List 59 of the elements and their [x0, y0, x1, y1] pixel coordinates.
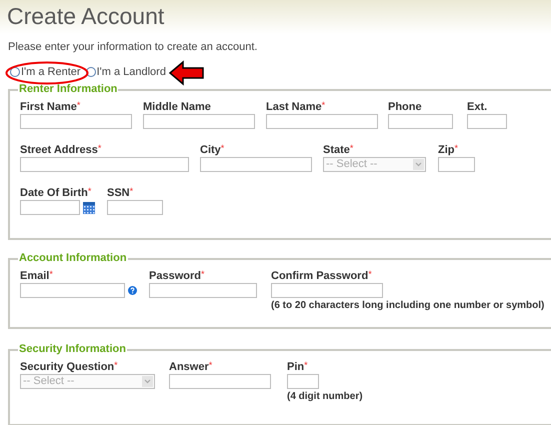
input-field[interactable] [266, 114, 378, 129]
input-field[interactable] [200, 157, 312, 172]
input-field[interactable] [287, 374, 319, 389]
field-label: Confirm Password [271, 269, 368, 283]
field-label: Last Name [266, 100, 322, 114]
required-asterisk: * [98, 143, 102, 153]
radio-option[interactable]: I'm a Landlord [86, 64, 166, 80]
field-label: Email [20, 269, 50, 283]
page-title: Create Account [7, 2, 166, 30]
section-legend: Security Information [18, 343, 127, 356]
required-asterisk: * [114, 360, 118, 370]
required-asterisk: * [220, 143, 224, 153]
field-label: Date Of Birth [20, 186, 88, 200]
input-field[interactable] [388, 114, 453, 129]
input-field[interactable] [149, 283, 257, 298]
field-label: Pin [287, 360, 304, 374]
input-field[interactable] [467, 114, 507, 129]
chevron-down-icon [413, 159, 424, 170]
required-asterisk: * [76, 100, 80, 110]
required-asterisk: * [350, 143, 354, 153]
field-hint: (6 to 20 characters long including one number or symbol) [271, 299, 546, 312]
required-asterisk: * [208, 360, 212, 370]
field-label: Middle Name [143, 100, 211, 114]
intro-text: Please enter your information to create an account. [7, 40, 258, 54]
field-label: First Name [20, 100, 77, 114]
required-asterisk: * [368, 269, 372, 279]
arrow-icon [168, 60, 205, 86]
field-label: State [323, 143, 350, 157]
section-legend: Account Information [18, 252, 128, 265]
required-asterisk: * [200, 269, 204, 279]
field-label: Answer [169, 360, 209, 374]
field-label: Zip [438, 143, 454, 157]
input-field[interactable] [20, 157, 189, 172]
help-icon[interactable] [128, 286, 137, 295]
field-hint: (4 digit number) [287, 390, 364, 403]
input-field[interactable] [169, 374, 271, 389]
input-field[interactable] [107, 200, 163, 215]
field-label: Ext. [467, 100, 488, 114]
input-field[interactable] [143, 114, 255, 129]
required-asterisk: * [304, 360, 308, 370]
input-field[interactable] [438, 157, 475, 172]
input-field[interactable] [20, 114, 132, 129]
field-label: SSN [107, 186, 130, 200]
required-asterisk: * [88, 186, 92, 196]
field-label: Street Address [20, 143, 98, 157]
required-asterisk: * [454, 143, 458, 153]
calendar-icon[interactable] [83, 202, 95, 214]
chevron-down-icon [142, 376, 153, 387]
required-asterisk: * [49, 269, 53, 279]
field-label: Security Question [20, 360, 114, 374]
input-field[interactable] [20, 283, 125, 298]
input-field[interactable] [271, 283, 383, 298]
input-field[interactable] [20, 200, 80, 215]
field-label: City [200, 143, 221, 157]
section-legend: Renter Information [18, 83, 118, 96]
required-asterisk: * [130, 186, 134, 196]
required-asterisk: * [322, 100, 326, 110]
field-label: Phone [388, 100, 422, 114]
field-label: Password [149, 269, 201, 283]
